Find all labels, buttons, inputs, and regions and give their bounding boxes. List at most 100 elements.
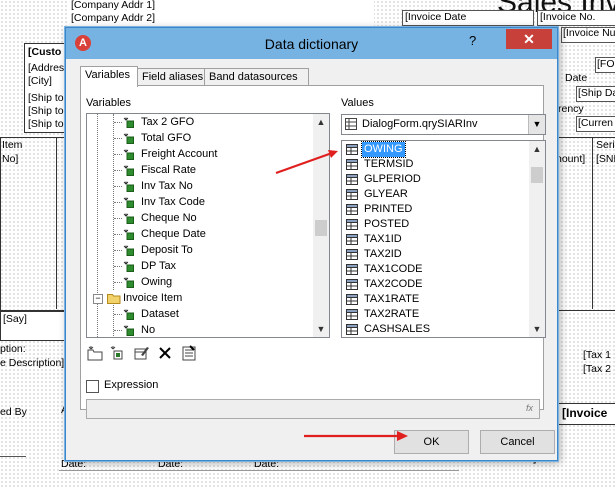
customer-label: [Custo: [28, 46, 62, 58]
values-scroll-down-arrow-icon[interactable]: ▼: [529, 321, 545, 337]
value-item[interactable]: TERMSID: [342, 157, 529, 172]
edit-list-icon[interactable]: [180, 344, 198, 362]
currency-fragment: rency: [558, 103, 584, 115]
variable-icon: [123, 325, 134, 336]
tree-branch-line: [114, 330, 122, 331]
value-item[interactable]: TAX1CODE: [342, 262, 529, 277]
function-builder-button[interactable]: fx: [522, 401, 537, 416]
variable-icon: [123, 117, 134, 128]
item-header: Item: [2, 139, 23, 151]
expression-checkbox[interactable]: [86, 380, 99, 393]
value-item[interactable]: PRINTED: [342, 202, 529, 217]
tree-branch-line: [114, 154, 122, 155]
field-icon: [346, 144, 358, 155]
variables-panel: Variables Values Tax 2 GFO Total GFO Freig…: [80, 85, 546, 419]
fob-label: [FOB: [597, 58, 615, 70]
value-item-label: OWING: [361, 141, 406, 158]
tree-item-label: No: [141, 324, 156, 336]
value-item[interactable]: GLYEAR: [342, 187, 529, 202]
variable-icon: [123, 181, 134, 192]
value-item-label: TAX2CODE: [364, 278, 423, 290]
cancel-button[interactable]: Cancel: [480, 430, 555, 454]
value-item[interactable]: TAX1ID: [342, 232, 529, 247]
field-icon: [346, 249, 358, 260]
annotation-arrow-ok: [304, 431, 408, 441]
collapse-toggle-icon[interactable]: −: [93, 294, 103, 304]
tree-branch-line: [114, 170, 122, 171]
values-label: Values: [341, 97, 374, 109]
folder-icon: [107, 294, 121, 304]
variable-icon: [123, 149, 134, 160]
datasource-select[interactable]: DialogForm.qrySIARInv ▼: [341, 114, 546, 135]
field-icon: [346, 279, 358, 290]
field-icon: [346, 159, 358, 170]
data-dictionary-dialog: A Data dictionary ? ✕ Variables Field al…: [65, 27, 558, 461]
field-icon: [346, 174, 358, 185]
tree-branch-line: [114, 266, 122, 267]
tree-branch-line: [114, 218, 122, 219]
tree-item-label: Deposit To: [141, 244, 193, 256]
address-label: [Addres: [28, 62, 65, 74]
value-item-label: TAX2ID: [364, 248, 402, 260]
values-scrollbar[interactable]: ▲ ▼: [529, 141, 545, 337]
close-button[interactable]: ✕: [506, 29, 552, 49]
tree-branch-line: [114, 122, 122, 123]
tree-item-label: Inv Tax No: [141, 180, 193, 192]
variable-icon: [123, 197, 134, 208]
tab-variables[interactable]: Variables: [80, 66, 138, 87]
value-item[interactable]: TAX2CODE: [342, 277, 529, 292]
tab-band-datasources[interactable]: Band datasources: [204, 68, 309, 86]
tree-branch-line: [114, 186, 122, 187]
ship-to-label-3: [Ship to: [28, 118, 64, 130]
ship-to-label-2: [Ship to: [28, 105, 64, 117]
ship-date-label: [Ship Da: [578, 87, 615, 99]
value-item[interactable]: CASHSALES: [342, 322, 529, 337]
value-item-label: POSTED: [364, 218, 410, 230]
no-header: No]: [2, 153, 19, 165]
tree-branch-line: [114, 202, 122, 203]
delete-icon[interactable]: [156, 344, 174, 362]
field-icon: [346, 189, 358, 200]
tab-field-aliases[interactable]: Field aliases: [137, 68, 205, 86]
say-label: [Say]: [3, 313, 27, 325]
datasource-value: DialogForm.qrySIARInv: [362, 118, 478, 130]
company-addr-1: [Company Addr 1]: [71, 0, 156, 11]
edit-icon[interactable]: [132, 344, 150, 362]
amount-header: nount]: [556, 153, 586, 165]
value-item-label: TERMSID: [364, 158, 414, 170]
value-item[interactable]: TAX2ID: [342, 247, 529, 262]
e-description-label: e Description]: [0, 357, 65, 369]
tree-branch-line: [114, 138, 122, 139]
value-item[interactable]: POSTED: [342, 217, 529, 232]
help-button[interactable]: ?: [469, 33, 476, 48]
serial-divider: [592, 137, 593, 309]
dialog-titlebar[interactable]: A Data dictionary ? ✕: [66, 28, 557, 59]
variable-icon: [123, 261, 134, 272]
value-item[interactable]: TAX1RATE: [342, 292, 529, 307]
value-item-label: TAX1ID: [364, 233, 402, 245]
new-variable-icon[interactable]: [108, 344, 126, 362]
value-item[interactable]: GLPERIOD: [342, 172, 529, 187]
chevron-down-icon[interactable]: ▼: [528, 115, 545, 134]
new-category-icon[interactable]: [86, 344, 104, 362]
tree-scroll-thumb[interactable]: [315, 220, 327, 236]
variable-icon: [123, 277, 134, 288]
tree-scroll-up-arrow-icon[interactable]: ▲: [313, 114, 329, 130]
tree-item-label: Cheque No: [141, 212, 197, 224]
value-item[interactable]: TAX2RATE: [342, 307, 529, 322]
tree-branch-line: [114, 282, 122, 283]
value-item[interactable]: OWING: [342, 141, 529, 158]
tree-guide-line-child: [113, 298, 114, 337]
tree-item-label: Invoice Item: [123, 292, 183, 304]
values-list[interactable]: OWING TERMSID GLPERIOD GLYEAR PRINTED POSTED T…: [341, 140, 546, 338]
variable-icon: [123, 229, 134, 240]
values-scroll-thumb[interactable]: [531, 167, 543, 183]
tax2-label: [Tax 2: [583, 363, 612, 375]
expression-input[interactable]: fx: [86, 399, 540, 419]
invoice-total-label: [Invoice: [562, 406, 608, 420]
company-addr-2: [Company Addr 2]: [71, 12, 156, 24]
values-scroll-up-arrow-icon[interactable]: ▲: [529, 141, 545, 157]
field-icon: [346, 309, 358, 320]
tree-item-label: Inv Tax Code: [141, 196, 206, 208]
tree-scroll-down-arrow-icon[interactable]: ▼: [313, 321, 329, 337]
